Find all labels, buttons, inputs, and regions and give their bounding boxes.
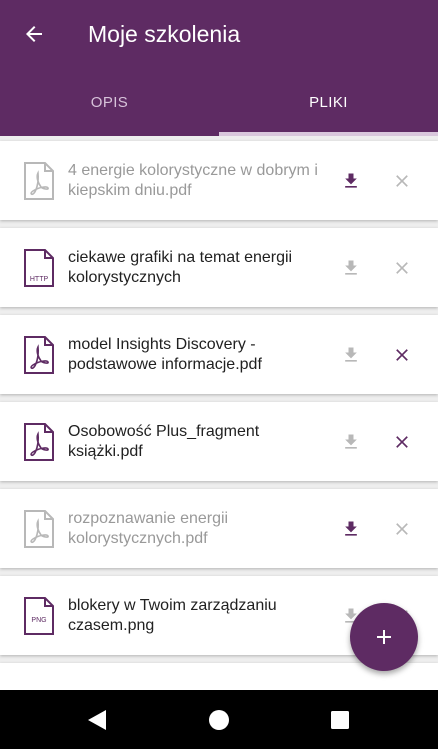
download-button[interactable] <box>335 513 367 545</box>
download-button[interactable] <box>335 426 367 458</box>
list-item[interactable]: Osobowość Plus_fragment książki.pdf <box>0 402 438 481</box>
download-button[interactable] <box>335 339 367 371</box>
remove-button[interactable] <box>386 513 418 545</box>
remove-button[interactable] <box>386 339 418 371</box>
remove-button[interactable] <box>386 165 418 197</box>
download-icon <box>345 347 357 362</box>
list-item[interactable]: model Insights Discovery - podstawowe in… <box>0 315 438 394</box>
tab-pliki[interactable]: PLIKI <box>219 68 438 136</box>
circle-home-icon <box>209 710 229 730</box>
page-title: Moje szkolenia <box>88 21 241 47</box>
download-icon <box>345 521 357 536</box>
file-name: blokery w Twoim zarządzaniu czasem.png <box>68 597 277 634</box>
plus-icon <box>377 630 391 644</box>
file-name: 4 energie kolorystyczne w dobrym i kieps… <box>68 162 318 199</box>
triangle-back-icon <box>88 710 106 730</box>
file-name: Osobowość Plus_fragment książki.pdf <box>68 423 260 460</box>
download-button[interactable] <box>335 252 367 284</box>
pdf-file-icon <box>24 510 54 548</box>
list-item[interactable]: HTTP ciekawe grafiki na temat energii ko… <box>0 228 438 307</box>
arrow-back-icon <box>26 26 42 42</box>
system-nav-bar <box>0 690 438 749</box>
close-icon <box>396 175 408 187</box>
list-item[interactable]: rozpoznawanie energii kolorystycznych.pd… <box>0 489 438 568</box>
app-bar: Moje szkolenia OPIS PLIKI <box>0 0 438 136</box>
back-button[interactable] <box>14 16 54 52</box>
remove-button[interactable] <box>386 426 418 458</box>
download-button[interactable] <box>335 165 367 197</box>
remove-button[interactable] <box>386 252 418 284</box>
download-icon <box>345 260 357 275</box>
http-file-icon: HTTP <box>24 249 54 287</box>
close-icon <box>396 349 408 361</box>
file-name: model Insights Discovery - podstawowe in… <box>68 336 262 373</box>
pdf-file-icon <box>24 423 54 461</box>
nav-home-button[interactable] <box>199 700 239 740</box>
list-item[interactable]: 4 energie kolorystyczne w dobrym i kieps… <box>0 141 438 220</box>
png-file-icon: PNG <box>24 597 54 635</box>
add-file-button[interactable] <box>350 603 418 671</box>
square-recents-icon <box>331 711 349 729</box>
file-name: rozpoznawanie energii kolorystycznych.pd… <box>68 510 229 547</box>
nav-back-button[interactable] <box>77 700 117 740</box>
png-icon-label: PNG <box>31 617 46 624</box>
nav-recents-button[interactable] <box>320 700 360 740</box>
download-icon <box>345 173 357 188</box>
close-icon <box>396 436 408 448</box>
file-name: ciekawe grafiki na temat energii kolorys… <box>68 249 293 286</box>
pdf-file-icon <box>24 336 54 374</box>
tab-opis[interactable]: OPIS <box>0 68 219 136</box>
tab-bar: OPIS PLIKI <box>0 68 438 136</box>
close-icon <box>396 262 408 274</box>
download-icon <box>345 434 357 449</box>
pdf-file-icon <box>24 162 54 200</box>
close-icon <box>396 523 408 535</box>
http-icon-label: HTTP <box>30 276 49 283</box>
